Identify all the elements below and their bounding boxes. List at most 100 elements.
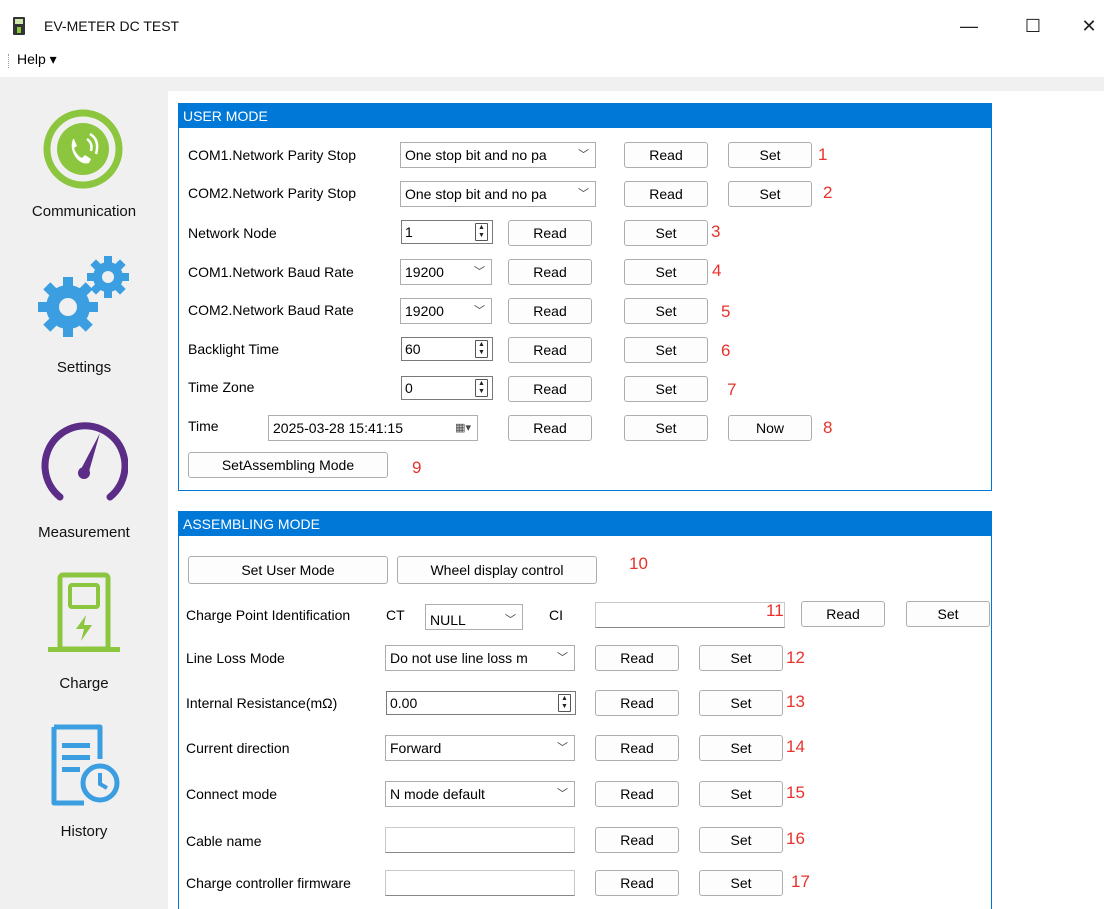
time-picker[interactable]: 2025-03-28 15:41:15 ▦▾ (268, 415, 478, 441)
cable-name-read-button[interactable]: Read (595, 827, 679, 853)
spin-arrows-icon[interactable]: ▲ ▼ (475, 340, 488, 358)
connect-mode-select[interactable]: N mode default ﹀ (385, 781, 575, 807)
charge-point-read-button[interactable]: Read (801, 601, 885, 627)
toolbar-grip (8, 54, 10, 68)
internal-resistance-read-button[interactable]: Read (595, 690, 679, 716)
current-direction-set-button[interactable]: Set (699, 735, 783, 761)
ct-label: CT (386, 607, 405, 623)
timezone-set-button[interactable]: Set (624, 376, 708, 402)
timezone-read-button[interactable]: Read (508, 376, 592, 402)
ci-label: CI (549, 607, 563, 623)
cable-name-input[interactable] (385, 827, 575, 853)
internal-resistance-label: Internal Resistance(mΩ) (186, 695, 338, 711)
network-node-spinner[interactable]: 1 ▲ ▼ (401, 220, 493, 244)
annotation-number: 2 (823, 183, 833, 202)
set-user-mode-button[interactable]: Set User Mode (188, 556, 388, 584)
charge-point-set-button[interactable]: Set (906, 601, 990, 627)
line-loss-set-button[interactable]: Set (699, 645, 783, 671)
com2-baud-set-button[interactable]: Set (624, 298, 708, 324)
history-doc-icon (48, 723, 124, 810)
com2-baud-select[interactable]: 19200 ﹀ (400, 298, 492, 324)
time-now-button[interactable]: Now (728, 415, 812, 441)
chevron-down-icon: ﹀ (557, 742, 568, 754)
line-loss-label: Line Loss Mode (186, 650, 285, 666)
com2-parity-set-button[interactable]: Set (728, 181, 812, 207)
chevron-down-icon: ﹀ (505, 614, 516, 626)
sidebar-item-charge[interactable]: Charge (0, 551, 168, 711)
network-node-value: 1 (405, 224, 413, 240)
line-loss-value: Do not use line loss m (390, 650, 528, 666)
sidebar-item-label: Measurement (38, 524, 130, 541)
spin-arrows-icon[interactable]: ▲ ▼ (475, 379, 488, 397)
ci-input[interactable] (595, 602, 785, 628)
time-label: Time (188, 418, 219, 434)
chevron-down-icon: ﹀ (578, 149, 589, 161)
menu-help[interactable]: Help ▾ (17, 51, 57, 68)
com2-parity-label: COM2.Network Parity Stop (188, 185, 357, 201)
com1-baud-select[interactable]: 19200 ﹀ (400, 259, 492, 285)
time-set-button[interactable]: Set (624, 415, 708, 441)
connect-mode-read-button[interactable]: Read (595, 781, 679, 807)
com1-baud-set-button[interactable]: Set (624, 259, 708, 285)
spin-arrows-icon[interactable]: ▲ ▼ (475, 223, 488, 241)
com2-parity-value: One stop bit and no pa (405, 186, 547, 202)
sidebar-item-history[interactable]: History (0, 711, 168, 861)
cable-name-label: Cable name (186, 833, 262, 849)
line-loss-select[interactable]: Do not use line loss m ﹀ (385, 645, 575, 671)
chevron-down-icon: ﹀ (557, 652, 568, 664)
sidebar-item-label: Communication (31, 203, 137, 220)
backlight-spinner[interactable]: 60 ▲ ▼ (401, 337, 493, 361)
firmware-read-button[interactable]: Read (595, 870, 679, 896)
connect-mode-value: N mode default (390, 786, 485, 802)
main-content: USER MODE COM1.Network Parity Stop One s… (168, 91, 1104, 909)
ct-select[interactable]: NULL ﹀ (425, 604, 523, 630)
backlight-set-button[interactable]: Set (624, 337, 708, 363)
annotation-number: 1 (818, 145, 828, 164)
internal-resistance-spinner[interactable]: 0.00 ▲ ▼ (386, 691, 576, 715)
sidebar-item-communication[interactable]: Communication (0, 91, 168, 241)
time-read-button[interactable]: Read (508, 415, 592, 441)
sidebar-item-settings[interactable]: Settings (0, 241, 168, 391)
annotation-number: 10 (629, 554, 648, 573)
annotation-number: 5 (721, 302, 731, 321)
current-direction-label: Current direction (186, 740, 290, 756)
spin-arrows-icon[interactable]: ▲ ▼ (558, 694, 571, 712)
chevron-down-icon: ﹀ (578, 188, 589, 200)
backlight-read-button[interactable]: Read (508, 337, 592, 363)
firmware-input[interactable] (385, 870, 575, 896)
sidebar: Communication Settings Measurement Charg… (0, 91, 168, 909)
com1-baud-read-button[interactable]: Read (508, 259, 592, 285)
set-assembling-mode-button[interactable]: SetAssembling Mode (188, 452, 388, 478)
calendar-icon[interactable]: ▦▾ (455, 421, 471, 434)
maximize-button[interactable]: ☐ (1012, 10, 1054, 42)
toolbar-separator (0, 77, 1104, 91)
time-value: 2025-03-28 15:41:15 (273, 420, 403, 436)
gauge-icon (40, 415, 129, 510)
wheel-display-control-button[interactable]: Wheel display control (397, 556, 597, 584)
connect-mode-set-button[interactable]: Set (699, 781, 783, 807)
network-node-read-button[interactable]: Read (508, 220, 592, 246)
current-direction-read-button[interactable]: Read (595, 735, 679, 761)
annotation-number: 9 (412, 458, 422, 477)
firmware-set-button[interactable]: Set (699, 870, 783, 896)
com2-parity-select[interactable]: One stop bit and no pa ﹀ (400, 181, 596, 207)
line-loss-read-button[interactable]: Read (595, 645, 679, 671)
com1-parity-select[interactable]: One stop bit and no pa ﹀ (400, 142, 596, 168)
minimize-button[interactable]: — (948, 10, 990, 42)
close-button[interactable]: ✕ (1068, 10, 1104, 42)
timezone-spinner[interactable]: 0 ▲ ▼ (401, 376, 493, 400)
network-node-set-button[interactable]: Set (624, 220, 708, 246)
com1-parity-set-button[interactable]: Set (728, 142, 812, 168)
com2-baud-read-button[interactable]: Read (508, 298, 592, 324)
firmware-label: Charge controller firmware (186, 875, 351, 891)
current-direction-select[interactable]: Forward ﹀ (385, 735, 575, 761)
internal-resistance-set-button[interactable]: Set (699, 690, 783, 716)
sidebar-item-measurement[interactable]: Measurement (0, 391, 168, 551)
window-title: EV-METER DC TEST (44, 18, 180, 34)
annotation-number: 13 (786, 692, 805, 711)
com2-parity-read-button[interactable]: Read (624, 181, 708, 207)
charge-point-label: Charge Point Identification (186, 607, 351, 623)
com1-parity-read-button[interactable]: Read (624, 142, 708, 168)
annotation-number: 11 (766, 601, 784, 620)
cable-name-set-button[interactable]: Set (699, 827, 783, 853)
